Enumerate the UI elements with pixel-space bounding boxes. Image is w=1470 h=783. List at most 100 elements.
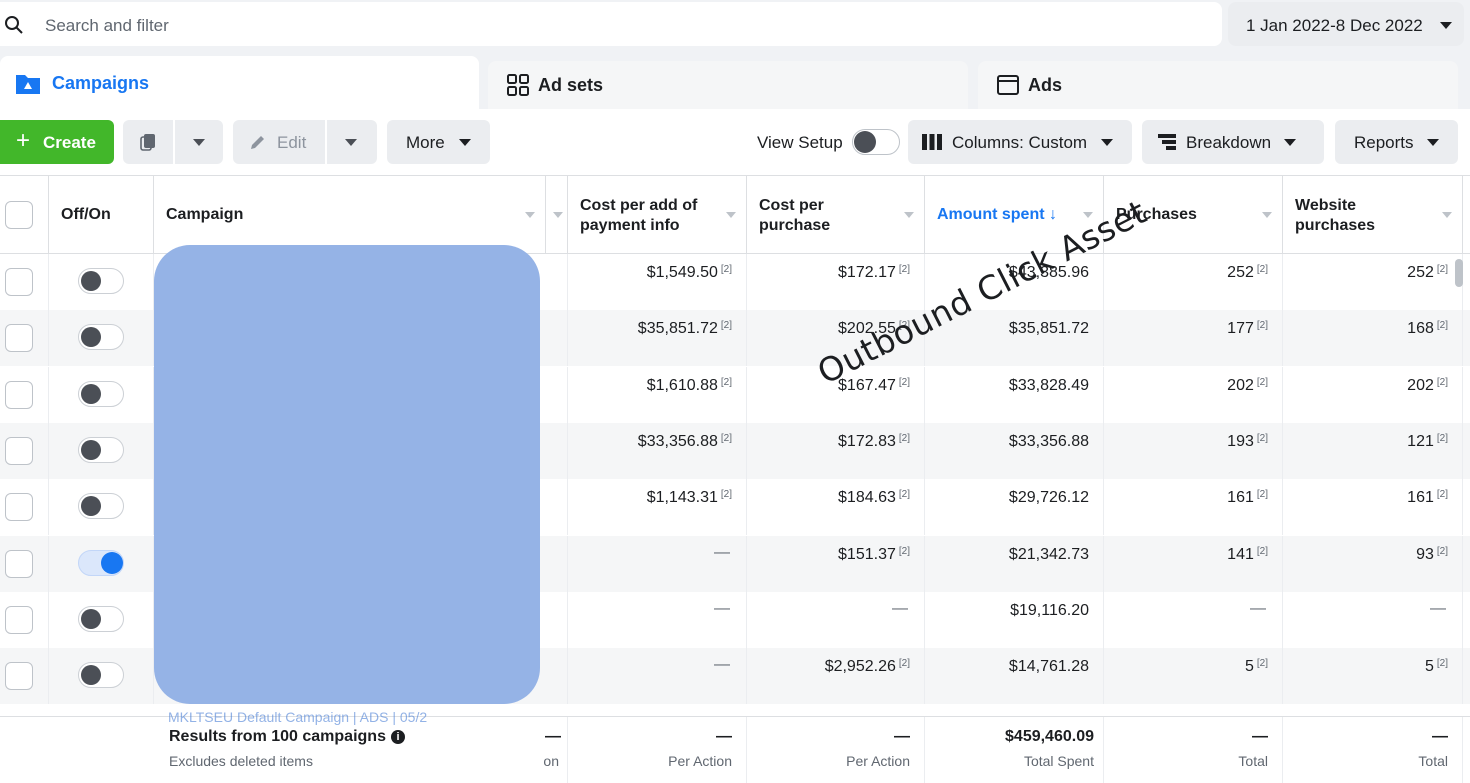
footer-dash: — bbox=[1252, 728, 1268, 745]
select-all-checkbox[interactable] bbox=[5, 201, 33, 229]
attribution-footnote[interactable]: [2] bbox=[899, 546, 910, 557]
row-checkbox[interactable] bbox=[5, 268, 33, 296]
header-cost-per-purchase[interactable]: Cost per purchase bbox=[747, 176, 925, 254]
info-icon[interactable]: i bbox=[390, 730, 405, 744]
attribution-footnote[interactable]: [2] bbox=[721, 377, 732, 388]
row-checkbox[interactable] bbox=[5, 605, 33, 634]
attribution-footnote[interactable]: [2] bbox=[1437, 377, 1448, 388]
attribution-footnote[interactable]: [2] bbox=[1257, 658, 1268, 669]
cell-value: $35,851.72 bbox=[637, 320, 718, 338]
edit-dropdown-button[interactable] bbox=[327, 120, 377, 164]
attribution-footnote[interactable]: [2] bbox=[1257, 546, 1268, 557]
campaign-toggle[interactable] bbox=[78, 662, 124, 689]
attribution-footnote[interactable]: [2] bbox=[1437, 264, 1448, 275]
header-campaign[interactable]: Campaign bbox=[154, 176, 546, 254]
duplicate-dropdown-button[interactable] bbox=[175, 120, 223, 164]
cell-value: 193 bbox=[1227, 432, 1254, 450]
row-checkbox[interactable] bbox=[5, 324, 33, 353]
chevron-down-icon bbox=[459, 139, 471, 146]
cell-value-wrap: 202 [2] bbox=[1227, 377, 1268, 395]
top-bar: Search and filter 1 Jan 2022-8 Dec 2022 bbox=[0, 0, 1470, 48]
attribution-footnote[interactable]: [2] bbox=[1257, 320, 1268, 331]
attribution-footnote[interactable]: [2] bbox=[1437, 658, 1448, 669]
cell-value: 177 bbox=[1227, 320, 1254, 338]
attribution-footnote[interactable]: [2] bbox=[899, 377, 910, 388]
cell-amount-spent: $14,761.28 bbox=[925, 648, 1104, 705]
attribution-footnote[interactable]: [2] bbox=[1437, 546, 1448, 557]
attribution-footnote[interactable]: [2] bbox=[1257, 489, 1268, 500]
attribution-footnote[interactable]: [2] bbox=[721, 264, 732, 275]
campaign-toggle[interactable] bbox=[78, 436, 124, 463]
view-setup-toggle[interactable] bbox=[852, 129, 900, 155]
pencil-icon bbox=[251, 136, 264, 149]
cell-amount-spent: $29,726.12 bbox=[925, 479, 1104, 536]
attribution-footnote[interactable]: [2] bbox=[721, 433, 732, 444]
row-checkbox[interactable] bbox=[5, 662, 33, 691]
cell-value-wrap: $1,143.31 [2] bbox=[647, 489, 732, 507]
header-cost-per-add-payment-info[interactable]: Cost per add of payment info bbox=[568, 176, 747, 254]
campaign-toggle[interactable] bbox=[78, 605, 124, 632]
attribution-footnote[interactable]: [2] bbox=[899, 433, 910, 444]
cell-select bbox=[0, 422, 49, 479]
attribution-footnote[interactable]: [2] bbox=[1437, 433, 1448, 444]
attribution-footnote[interactable]: [2] bbox=[1437, 320, 1448, 331]
toggle-knob bbox=[81, 665, 101, 686]
empty-value-dash: — bbox=[714, 599, 730, 617]
row-checkbox[interactable] bbox=[5, 549, 33, 578]
duplicate-button[interactable] bbox=[123, 120, 173, 164]
header-label: Cost per purchase bbox=[759, 197, 831, 234]
more-button[interactable]: More bbox=[387, 120, 490, 164]
campaign-toggle[interactable] bbox=[78, 380, 124, 407]
footer-sub: Per Action bbox=[668, 753, 732, 769]
attribution-footnote[interactable]: [2] bbox=[1257, 377, 1268, 388]
attribution-footnote[interactable]: [2] bbox=[899, 489, 910, 500]
cell-purchases: 202 [2] bbox=[1104, 366, 1283, 423]
attribution-footnote[interactable]: [2] bbox=[721, 489, 732, 500]
grid-icon bbox=[507, 74, 529, 96]
tab-label: Ad sets bbox=[538, 75, 604, 95]
breakdown-button[interactable]: Breakdown bbox=[1142, 120, 1324, 164]
cell-value: $33,356.88 bbox=[637, 432, 718, 450]
cell-value-wrap: $33,828.49 bbox=[1009, 377, 1089, 395]
cell-value: $1,143.31 bbox=[646, 489, 718, 507]
cell-value: 252 bbox=[1407, 264, 1434, 281]
row-checkbox[interactable] bbox=[5, 436, 33, 465]
date-range-picker[interactable]: 1 Jan 2022-8 Dec 2022 bbox=[1228, 2, 1464, 46]
cell-value: 5 bbox=[1244, 658, 1254, 676]
tab-ad-sets[interactable]: Ad sets bbox=[488, 61, 968, 109]
row-checkbox[interactable] bbox=[5, 493, 33, 522]
cell-cost-per-add-payment: $33,356.88 [2] bbox=[568, 422, 747, 479]
cell-website-purchases: 121 [2] bbox=[1283, 422, 1463, 479]
attribution-footnote[interactable]: [2] bbox=[899, 264, 910, 275]
columns-button[interactable]: Columns: Custom bbox=[908, 120, 1132, 164]
campaign-toggle[interactable] bbox=[78, 324, 124, 351]
campaign-toggle[interactable] bbox=[78, 268, 124, 294]
header-off-on[interactable]: Off/On bbox=[49, 176, 154, 254]
edit-button[interactable]: Edit bbox=[233, 120, 325, 164]
cell-value: $33,828.49 bbox=[1008, 376, 1089, 394]
tab-campaigns[interactable]: Campaigns bbox=[0, 56, 479, 112]
reports-button[interactable]: Reports bbox=[1335, 120, 1458, 164]
header-select-all bbox=[0, 176, 49, 254]
attribution-footnote[interactable]: [2] bbox=[1257, 433, 1268, 444]
vertical-scrollbar[interactable] bbox=[1455, 259, 1463, 287]
cell-value-wrap: 177 [2] bbox=[1227, 320, 1268, 338]
attribution-footnote[interactable]: [2] bbox=[1257, 264, 1268, 275]
cell-amount-spent: $33,356.88 bbox=[925, 422, 1104, 479]
create-button[interactable]: + Create bbox=[0, 120, 114, 164]
sort-caret-icon bbox=[1262, 212, 1272, 218]
cell-value: $19,116.20 bbox=[1010, 601, 1089, 619]
sort-caret-icon bbox=[726, 212, 736, 218]
attribution-footnote[interactable]: [2] bbox=[1437, 489, 1448, 500]
search-input[interactable]: Search and filter bbox=[0, 2, 1222, 46]
campaign-toggle[interactable] bbox=[78, 493, 124, 520]
attribution-footnote[interactable]: [2] bbox=[899, 658, 910, 669]
footer-amount-total: $459,460.09 bbox=[1005, 728, 1094, 745]
sort-caret-icon bbox=[525, 212, 535, 218]
row-checkbox[interactable] bbox=[5, 380, 33, 409]
attribution-footnote[interactable]: [2] bbox=[721, 320, 732, 331]
header-website-purchases[interactable]: Website purchases bbox=[1283, 176, 1463, 254]
tab-ads[interactable]: Ads bbox=[978, 61, 1458, 109]
campaign-toggle[interactable] bbox=[78, 549, 124, 576]
cell-value-wrap: 168 [2] bbox=[1407, 320, 1448, 338]
